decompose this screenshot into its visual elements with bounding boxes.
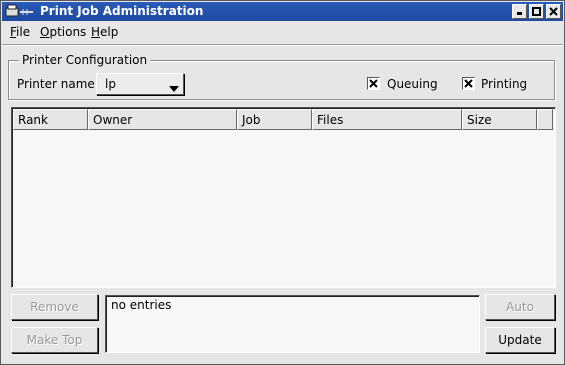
menu-help[interactable]: Help — [91, 25, 118, 39]
printing-label: Printing — [481, 77, 528, 91]
printer-name-value: lp — [105, 77, 116, 91]
column-header-filler — [537, 109, 553, 130]
maximize-icon[interactable] — [529, 4, 544, 19]
update-button[interactable]: Update — [485, 327, 555, 353]
column-header-rank[interactable]: Rank — [13, 109, 88, 130]
remove-button[interactable]: Remove — [11, 294, 98, 320]
column-header-owner[interactable]: Owner — [88, 109, 237, 130]
close-icon[interactable] — [546, 4, 561, 19]
status-text: no entries — [111, 298, 172, 312]
window-title: Print Job Administration — [40, 4, 204, 18]
group-title: Printer Configuration — [19, 53, 151, 67]
make-top-button[interactable]: Make Top — [11, 327, 98, 353]
column-header-job[interactable]: Job — [237, 109, 312, 130]
queuing-checkbox[interactable] — [367, 77, 380, 90]
triangle-down-icon — [169, 81, 179, 95]
status-area: no entries — [105, 295, 480, 353]
auto-button[interactable]: Auto — [485, 294, 555, 320]
menu-separator — [2, 44, 563, 46]
x-check-icon — [464, 79, 473, 88]
printer-icon[interactable] — [5, 4, 33, 19]
x-check-icon — [369, 79, 378, 88]
minimize-icon[interactable] — [512, 4, 527, 19]
print-job-window: Print Job Administration File Options He… — [0, 0, 565, 365]
printer-name-combo[interactable]: lp — [96, 73, 184, 95]
printer-name-label: Printer name: — [17, 77, 99, 91]
menu-options[interactable]: Options — [40, 25, 86, 39]
title-bar[interactable]: Print Job Administration — [2, 2, 563, 21]
menu-bar: File Options Help — [2, 22, 563, 44]
queuing-label: Queuing — [387, 77, 438, 91]
column-header-files[interactable]: Files — [312, 109, 462, 130]
column-header-size[interactable]: Size — [462, 109, 537, 130]
menu-file[interactable]: File — [10, 25, 30, 39]
printing-checkbox[interactable] — [462, 77, 475, 90]
job-list[interactable]: Rank Owner Job Files Size — [11, 107, 556, 288]
